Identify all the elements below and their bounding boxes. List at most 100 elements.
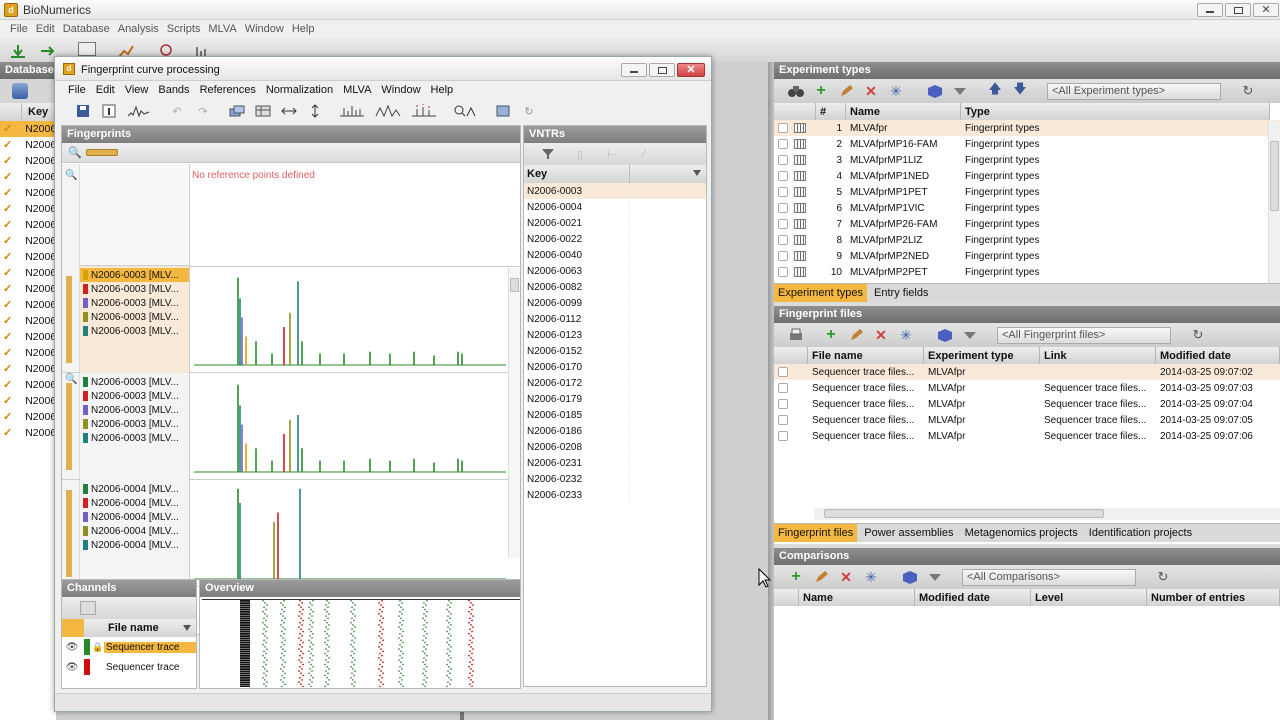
- experiment-type-row[interactable]: 5 MLVAfprMP1PET Fingerprint types: [774, 184, 1280, 200]
- row-select-box[interactable]: [774, 155, 816, 165]
- vntr-row[interactable]: N2006-0040: [524, 247, 706, 263]
- filter-file-icon[interactable]: [962, 327, 978, 343]
- menu-edit[interactable]: Edit: [32, 23, 59, 35]
- fp-vscroll[interactable]: [508, 268, 520, 558]
- row-checkbox[interactable]: ✓: [3, 123, 12, 135]
- sparkle-file-icon[interactable]: ✳: [898, 327, 914, 343]
- experiment-types-scrollbar[interactable]: [1268, 121, 1280, 286]
- row-select-box[interactable]: [774, 203, 816, 213]
- experiment-type-row[interactable]: 8 MLVAfprMP2LIZ Fingerprint types: [774, 232, 1280, 248]
- lock-icon[interactable]: 🔒: [92, 642, 104, 653]
- experiment-type-row[interactable]: 9 MLVAfprMP2NED Fingerprint types: [774, 248, 1280, 264]
- experiment-type-row[interactable]: 3 MLVAfprMP1LIZ Fingerprint types: [774, 152, 1280, 168]
- row-checkbox[interactable]: ✓: [3, 363, 12, 375]
- row-select-box[interactable]: [774, 171, 816, 181]
- vntr-row[interactable]: N2006-0152: [524, 343, 706, 359]
- tab-metagenomics-projects[interactable]: Metagenomics projects: [961, 524, 1082, 542]
- arrow-down-icon[interactable]: 🡇: [1012, 81, 1028, 99]
- fingerprint-curve-plot[interactable]: [194, 266, 506, 371]
- row-checkbox[interactable]: [778, 155, 788, 165]
- row-select-box[interactable]: [774, 187, 816, 197]
- database-row[interactable]: ✓ N2006: [0, 233, 56, 249]
- curve-icon[interactable]: [127, 103, 151, 119]
- fp-menu-view[interactable]: View: [120, 84, 154, 96]
- binoculars-icon[interactable]: [788, 83, 804, 99]
- fingerprint-item[interactable]: N2006-0004 [MLV...: [80, 496, 189, 510]
- vntr-tool-1-icon[interactable]: ▯: [572, 146, 588, 162]
- col-file-name[interactable]: File name: [808, 347, 924, 364]
- row-checkbox[interactable]: ✓: [3, 203, 12, 215]
- col-comparison-name[interactable]: Name: [799, 589, 915, 606]
- edit-comparison-icon[interactable]: [813, 569, 829, 585]
- database-key-header[interactable]: Key: [22, 103, 48, 121]
- fingerprint-file-row[interactable]: Sequencer trace files... MLVAfpr Sequencer…: [774, 428, 1280, 444]
- fingerprint-file-row[interactable]: Sequencer trace files... MLVAfpr Sequencer…: [774, 412, 1280, 428]
- fingerprint-item[interactable]: N2006-0004 [MLV...: [80, 538, 189, 552]
- col-modified-date[interactable]: Modified date: [1156, 347, 1280, 364]
- fp-menu-normalization[interactable]: Normalization: [261, 84, 338, 96]
- download-icon[interactable]: [10, 43, 26, 59]
- menu-analysis[interactable]: Analysis: [114, 23, 163, 35]
- magnify-icon[interactable]: 🔍: [65, 170, 77, 181]
- col-experiment-type[interactable]: Experiment type: [924, 347, 1040, 364]
- vntr-row[interactable]: N2006-0186: [524, 423, 706, 439]
- ruler-slider[interactable]: [86, 149, 118, 156]
- database-row[interactable]: ✓ N2006: [0, 217, 56, 233]
- resize-icon[interactable]: [281, 103, 297, 119]
- vntr-row[interactable]: N2006-0170: [524, 359, 706, 375]
- sparkle-icon[interactable]: ✳: [888, 83, 904, 99]
- experiment-type-row[interactable]: 10 MLVAfprMP2PET Fingerprint types: [774, 264, 1280, 280]
- row-checkbox[interactable]: [778, 187, 788, 197]
- row-checkbox[interactable]: ✓: [3, 283, 12, 295]
- vntr-row[interactable]: N2006-0185: [524, 407, 706, 423]
- cube-icon[interactable]: [927, 83, 943, 99]
- fingerprint-files-dropdown[interactable]: <All Fingerprint files>: [997, 326, 1171, 344]
- vntr-row[interactable]: N2006-0208: [524, 439, 706, 455]
- col-comparison-level[interactable]: Level: [1031, 589, 1147, 606]
- database-row[interactable]: ✓ N2006: [0, 393, 56, 409]
- experiment-type-row[interactable]: 6 MLVAfprMP1VIC Fingerprint types: [774, 200, 1280, 216]
- experiment-type-row[interactable]: 1 MLVAfpr Fingerprint types: [774, 120, 1280, 136]
- layers-icon[interactable]: [229, 103, 245, 119]
- fingerprint-item[interactable]: N2006-0003 [MLV...: [80, 403, 189, 417]
- database-row[interactable]: ✓ N2006: [0, 345, 56, 361]
- eye-icon[interactable]: 👁: [62, 662, 82, 673]
- filter-comparison-icon[interactable]: [927, 569, 943, 585]
- fingerprint-item[interactable]: N2006-0003 [MLV...: [80, 375, 189, 389]
- database-row[interactable]: ✓ N2006: [0, 297, 56, 313]
- channels-sort-icon[interactable]: [182, 624, 192, 632]
- file-checkbox[interactable]: [778, 367, 788, 377]
- menu-scripts[interactable]: Scripts: [163, 23, 205, 35]
- fp-menu-window[interactable]: Window: [376, 84, 425, 96]
- file-row-checkbox[interactable]: [774, 383, 808, 393]
- row-checkbox[interactable]: [778, 219, 788, 229]
- tab-power-assemblies[interactable]: Power assemblies: [860, 524, 957, 542]
- vntrs-key-header[interactable]: Key: [524, 165, 630, 183]
- col-comparison-modified[interactable]: Modified date: [915, 589, 1031, 606]
- database-row[interactable]: ✓ N2006: [0, 313, 56, 329]
- minimize-button[interactable]: [1197, 3, 1223, 17]
- fp-minimize-button[interactable]: [621, 63, 647, 77]
- menu-help[interactable]: Help: [288, 23, 319, 35]
- vntr-row[interactable]: N2006-0231: [524, 455, 706, 471]
- row-select-box[interactable]: [774, 219, 816, 229]
- fp-restore-button[interactable]: [649, 63, 675, 77]
- row-checkbox[interactable]: ✓: [3, 347, 12, 359]
- col-link[interactable]: Link: [1040, 347, 1156, 364]
- file-row-checkbox[interactable]: [774, 431, 808, 441]
- fingerprint-file-row[interactable]: Sequencer trace files... MLVAfpr Sequencer…: [774, 380, 1280, 396]
- file-row-checkbox[interactable]: [774, 367, 808, 377]
- menu-window[interactable]: Window: [241, 23, 288, 35]
- vntr-row[interactable]: N2006-0232: [524, 471, 706, 487]
- channel-row[interactable]: 👁 Sequencer trace: [62, 657, 196, 677]
- vntr-tool-3-icon[interactable]: ⁄: [636, 146, 652, 162]
- channels-file-header[interactable]: File name: [84, 619, 159, 637]
- undo-icon[interactable]: ↶: [169, 103, 185, 119]
- peak-marks-icon[interactable]: [411, 103, 437, 119]
- row-checkbox[interactable]: [778, 251, 788, 261]
- row-select-box[interactable]: [774, 235, 816, 245]
- row-select-box[interactable]: [774, 123, 816, 133]
- database-row[interactable]: ✓ N2006: [0, 377, 56, 393]
- row-checkbox[interactable]: ✓: [3, 299, 12, 311]
- row-checkbox[interactable]: ✓: [3, 331, 12, 343]
